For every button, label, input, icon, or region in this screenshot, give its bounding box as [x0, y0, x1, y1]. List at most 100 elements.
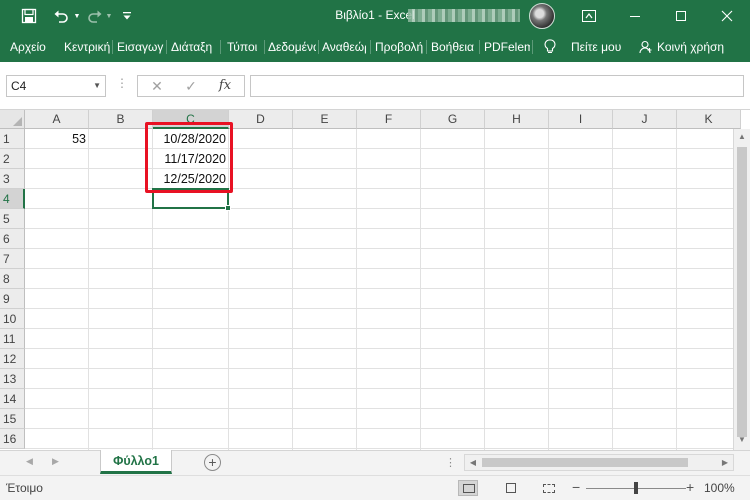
column-header-b[interactable]: B: [89, 110, 153, 129]
row-header-5[interactable]: 5: [0, 209, 25, 229]
tab-home[interactable]: Κεντρική: [64, 32, 110, 62]
tell-me-search[interactable]: Πείτε μου: [571, 32, 627, 62]
share-user-icon[interactable]: [638, 32, 654, 62]
formula-bar-grip-icon[interactable]: ⋮: [116, 76, 128, 90]
column-header-g[interactable]: G: [421, 110, 485, 129]
tab-separator: [370, 40, 371, 54]
lightbulb-icon[interactable]: [542, 32, 558, 62]
tab-pdfelement[interactable]: PDFelement: [484, 32, 530, 62]
row-header-9[interactable]: 9: [0, 289, 25, 309]
tab-separator: [166, 40, 167, 54]
row-header-11[interactable]: 11: [0, 329, 25, 349]
avatar[interactable]: [529, 3, 555, 29]
zoom-level[interactable]: 100%: [704, 481, 735, 495]
redo-icon[interactable]: [84, 0, 106, 32]
row-header-4[interactable]: 4: [0, 189, 25, 209]
vertical-scrollbar[interactable]: ▲ ▼: [733, 129, 750, 450]
horizontal-scrollbar[interactable]: ◀ ▶: [464, 454, 734, 471]
close-icon[interactable]: [704, 0, 750, 32]
sheet-tab[interactable]: Φύλλο1: [100, 450, 172, 474]
row-header-8[interactable]: 8: [0, 269, 25, 289]
undo-icon[interactable]: [48, 0, 74, 32]
normal-view-button[interactable]: [458, 480, 478, 496]
horizontal-scroll-thumb[interactable]: [482, 458, 688, 467]
tab-help[interactable]: Βοήθεια: [431, 32, 476, 62]
tab-separator: [426, 40, 427, 54]
next-sheet-icon[interactable]: ▶: [52, 456, 59, 467]
page-break-preview-icon: [543, 484, 555, 493]
row-header-10[interactable]: 10: [0, 309, 25, 329]
ribbon-tab-bar: Αρχείο Κεντρική Εισαγωγή Διάταξη Τύποι Δ…: [0, 32, 750, 62]
column-header-f[interactable]: F: [357, 110, 421, 129]
previous-sheet-icon[interactable]: ◀: [26, 456, 33, 467]
tab-separator: [220, 40, 221, 54]
enter-entry-button[interactable]: ✓: [174, 76, 208, 96]
tab-insert[interactable]: Εισαγωγή: [117, 32, 164, 62]
status-ready: Έτοιμο: [6, 481, 43, 495]
redo-dropdown-icon[interactable]: ▼: [104, 0, 114, 32]
fill-handle[interactable]: [225, 205, 231, 211]
customize-qat-icon[interactable]: [120, 0, 134, 32]
zoom-in-button[interactable]: +: [686, 479, 694, 495]
ribbon-display-options-icon[interactable]: [566, 0, 612, 32]
row-header-12[interactable]: 12: [0, 349, 25, 369]
tab-separator: [318, 40, 319, 54]
row-header-7[interactable]: 7: [0, 249, 25, 269]
insert-function-button[interactable]: fx: [208, 76, 242, 96]
column-header-d[interactable]: D: [229, 110, 293, 129]
row-header-3[interactable]: 3: [0, 169, 25, 189]
normal-view-icon: [463, 484, 475, 493]
tab-page-layout[interactable]: Διάταξη: [171, 32, 216, 62]
formula-bar: C4 ▼ ⋮ ✕ ✓ fx: [0, 62, 750, 110]
page-layout-view-icon: [506, 483, 516, 493]
scroll-left-icon[interactable]: ◀: [466, 455, 480, 470]
column-header-j[interactable]: J: [613, 110, 677, 129]
page-break-preview-button[interactable]: [538, 480, 558, 496]
cancel-entry-button[interactable]: ✕: [140, 76, 174, 96]
tab-separator: [264, 40, 265, 54]
row-header-6[interactable]: 6: [0, 229, 25, 249]
cell-a1[interactable]: 53: [25, 129, 89, 149]
tab-review[interactable]: Αναθεώρηση: [322, 32, 366, 62]
select-all-button[interactable]: [0, 110, 25, 129]
row-header-14[interactable]: 14: [0, 389, 25, 409]
formula-input[interactable]: [250, 75, 744, 97]
column-header-k[interactable]: K: [677, 110, 741, 129]
tab-separator: [112, 40, 113, 54]
sheet-tab-bar: ◀ ▶ Φύλλο1 + ⋮ ◀ ▶: [0, 450, 750, 475]
account-name-redacted: [408, 9, 520, 22]
cell-area[interactable]: 53 10/28/2020 11/17/2020 12/25/2020: [25, 122, 750, 450]
zoom-slider-thumb[interactable]: [634, 482, 638, 494]
gridlines: [25, 129, 750, 450]
tab-data[interactable]: Δεδομένα: [268, 32, 316, 62]
worksheet-grid: ABCDEFGHIJK 1 2 3 4 5 6 7 8 9 10 11 12 13 14 15 16 53 10…: [0, 110, 750, 450]
row-header-2[interactable]: 2: [0, 149, 25, 169]
tab-split-grip-icon[interactable]: ⋮: [445, 456, 456, 469]
tab-view[interactable]: Προβολή: [375, 32, 423, 62]
row-header-1[interactable]: 1: [0, 129, 25, 149]
tab-formulas[interactable]: Τύποι: [227, 32, 262, 62]
minimize-icon[interactable]: [612, 0, 658, 32]
row-header-15[interactable]: 15: [0, 409, 25, 429]
vertical-scroll-thumb[interactable]: [737, 147, 747, 437]
row-header-16[interactable]: 16: [0, 429, 25, 449]
maximize-icon[interactable]: [658, 0, 704, 32]
row-header-13[interactable]: 13: [0, 369, 25, 389]
chevron-down-icon[interactable]: ▼: [93, 76, 101, 96]
name-box[interactable]: C4 ▼: [6, 75, 106, 97]
scroll-down-icon[interactable]: ▼: [734, 432, 750, 448]
column-header-a[interactable]: A: [25, 110, 89, 129]
column-header-h[interactable]: H: [485, 110, 549, 129]
name-box-value: C4: [11, 79, 27, 93]
page-layout-view-button[interactable]: [500, 480, 520, 496]
scroll-right-icon[interactable]: ▶: [718, 455, 732, 470]
zoom-out-button[interactable]: −: [572, 479, 580, 495]
column-header-e[interactable]: E: [293, 110, 357, 129]
tab-file[interactable]: Αρχείο: [10, 32, 52, 62]
undo-dropdown-icon[interactable]: ▼: [72, 0, 82, 32]
share-button[interactable]: Κοινή χρήση: [657, 32, 737, 62]
add-sheet-button[interactable]: +: [204, 454, 221, 471]
scroll-up-icon[interactable]: ▲: [734, 129, 750, 145]
column-header-i[interactable]: I: [549, 110, 613, 129]
save-icon[interactable]: [16, 0, 42, 32]
